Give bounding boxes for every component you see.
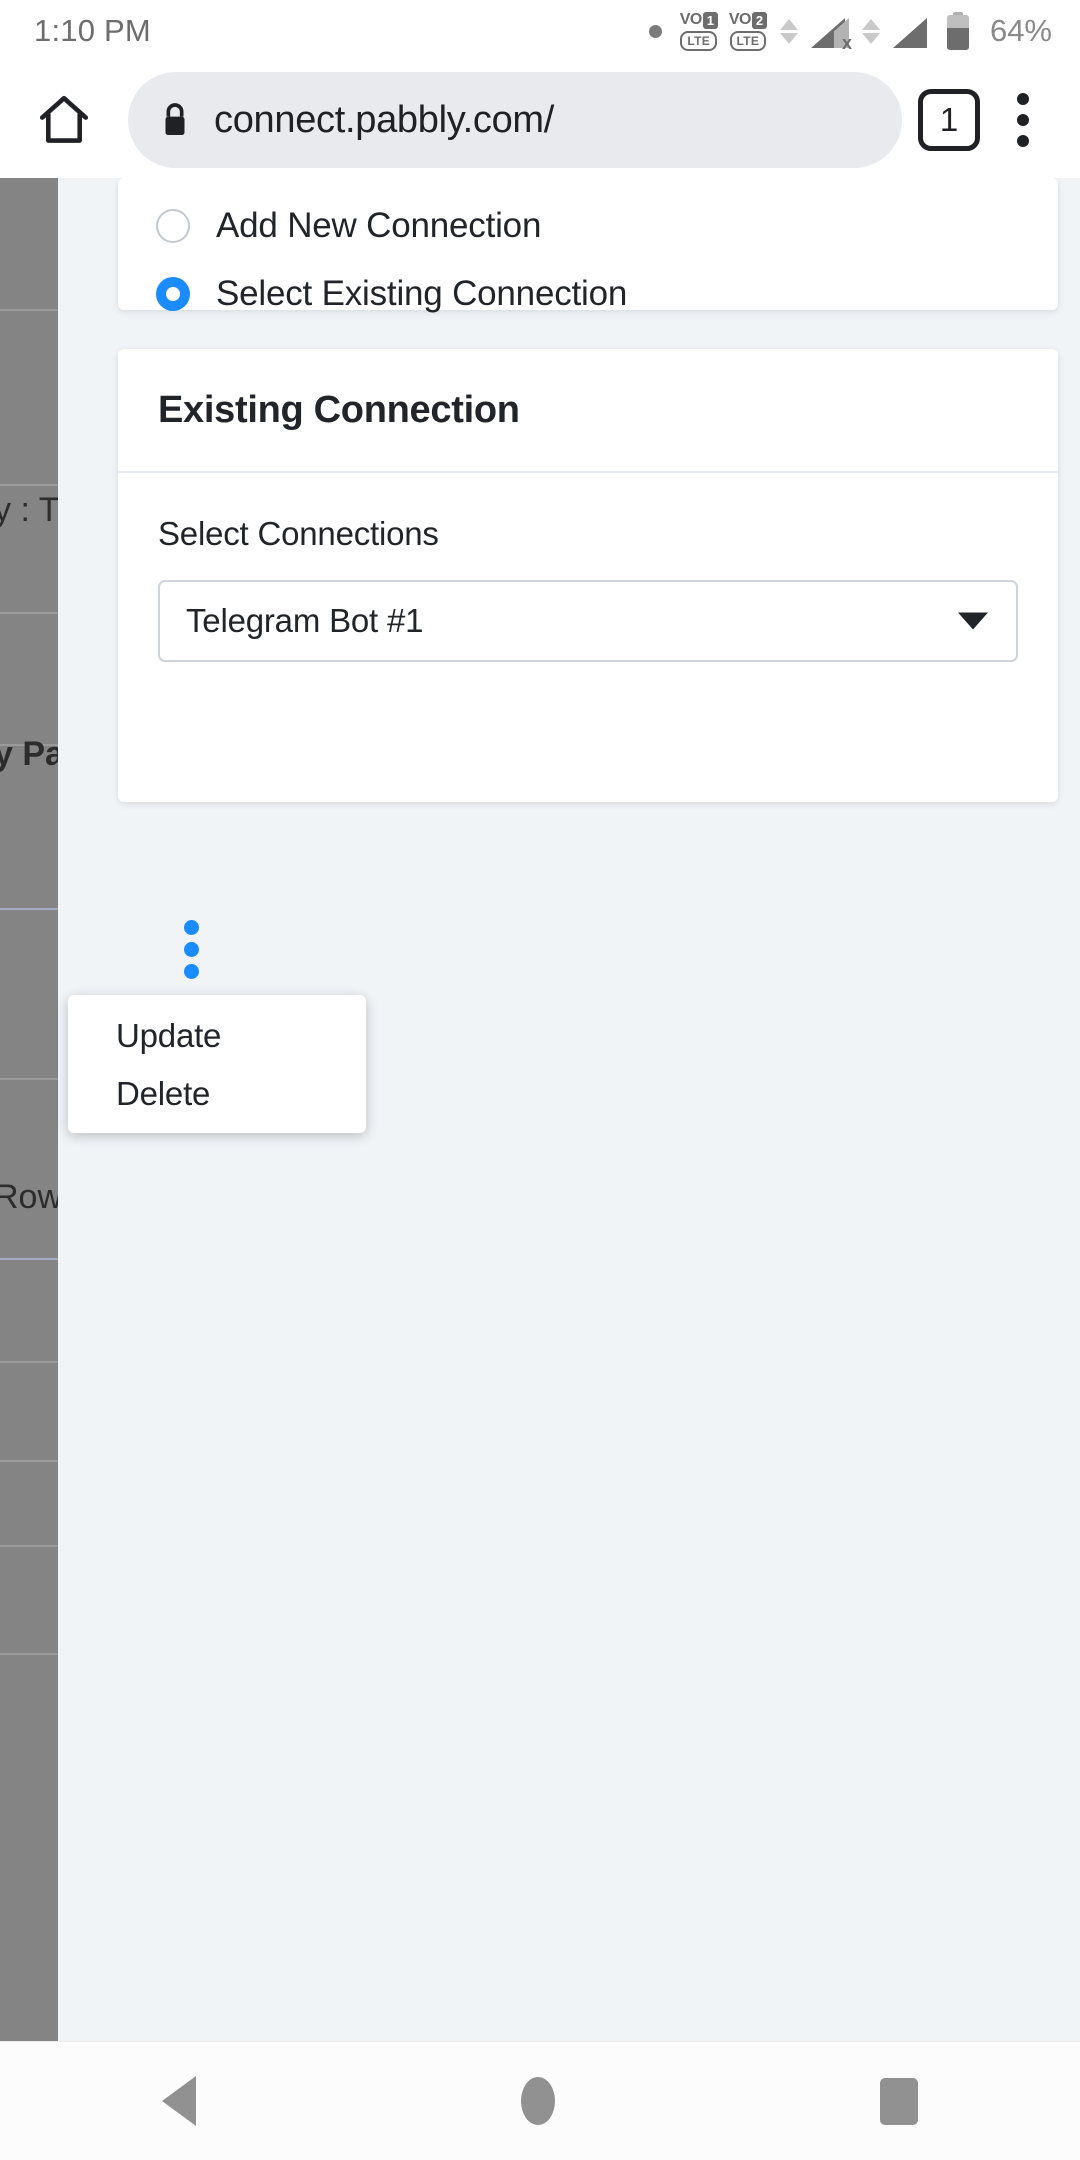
chevron-down-icon[interactable]: [958, 612, 988, 630]
volte-sim1-icon: VO 1 LTE: [679, 11, 718, 51]
background-text-fragment: y : T: [0, 491, 58, 529]
radio-label-add-new: Add New Connection: [216, 206, 542, 245]
signal-sim2-icon: [892, 14, 931, 48]
url-bar[interactable]: connect.pabbly.com/: [128, 72, 902, 168]
data-arrows-sim1-icon: [779, 18, 798, 44]
connection-context-menu: Update Delete: [68, 995, 366, 1133]
battery-icon: [946, 12, 969, 50]
existing-connection-body: Select Connections Telegram Bot #1: [118, 473, 1058, 662]
radio-label-select-existing: Select Existing Connection: [216, 274, 628, 313]
background-text-fragment: Row: [0, 1178, 58, 1216]
background-text-fragment: y Pab: [0, 735, 58, 773]
radio-option-add-new[interactable]: Add New Connection: [118, 192, 1058, 260]
context-menu-item-update[interactable]: Update: [68, 1007, 366, 1065]
web-page-content: y : T y Pab Row Add New Connection Selec…: [0, 178, 1080, 2041]
kebab-menu-icon[interactable]: [988, 80, 1058, 160]
tab-counter-button[interactable]: 1: [918, 89, 980, 151]
volte-sim2-label: VO: [728, 11, 752, 28]
phone-screen: 1:10 PM VO 1 LTE VO 2 LTE x 64% connect.…: [0, 0, 1080, 2160]
radio-button-add-new[interactable]: [156, 209, 190, 243]
background-dim-panel: y : T y Pab Row: [0, 178, 58, 2041]
back-triangle-icon[interactable]: [162, 2076, 197, 2126]
dot-indicator-icon: [648, 24, 662, 38]
battery-percent: 64%: [989, 13, 1052, 48]
status-time: 1:10 PM: [34, 13, 151, 48]
card-title: Existing Connection: [158, 388, 520, 431]
signal-sim1-icon: x: [810, 14, 852, 52]
android-nav-bar: [0, 2041, 1080, 2160]
vertical-dots-icon[interactable]: [176, 920, 206, 979]
status-bar: 1:10 PM VO 1 LTE VO 2 LTE x 64%: [0, 0, 1080, 62]
home-circle-icon[interactable]: [520, 2077, 555, 2125]
connection-choice-card: Add New Connection Select Existing Conne…: [118, 178, 1058, 313]
radio-option-select-existing[interactable]: Select Existing Connection: [118, 260, 1058, 328]
lock-icon: [158, 100, 192, 140]
browser-toolbar: connect.pabbly.com/ 1: [0, 62, 1080, 178]
home-icon[interactable]: [26, 82, 102, 158]
volte-sim2-network: LTE: [729, 30, 767, 51]
volte-sim2-icon: VO 2 LTE: [728, 11, 767, 51]
recents-square-icon[interactable]: [879, 2077, 918, 2125]
volte-sim1-label: VO: [679, 11, 703, 28]
existing-connection-header: Existing Connection: [118, 349, 1058, 473]
volte-sim1-number: 1: [702, 11, 718, 29]
context-menu-item-delete[interactable]: Delete: [68, 1065, 366, 1123]
volte-sim2-number: 2: [751, 11, 767, 29]
url-text: connect.pabbly.com/: [214, 98, 555, 141]
data-arrows-sim2-icon: [861, 18, 880, 44]
status-icons: VO 1 LTE VO 2 LTE x 64%: [648, 11, 1052, 52]
existing-connection-card: Existing Connection Select Connections T…: [118, 349, 1058, 802]
radio-button-select-existing[interactable]: [156, 277, 190, 311]
select-connections-dropdown[interactable]: Telegram Bot #1: [158, 580, 1018, 662]
select-connections-label: Select Connections: [158, 515, 439, 552]
volte-sim1-network: LTE: [680, 30, 718, 51]
select-connections-value: Telegram Bot #1: [186, 602, 424, 639]
